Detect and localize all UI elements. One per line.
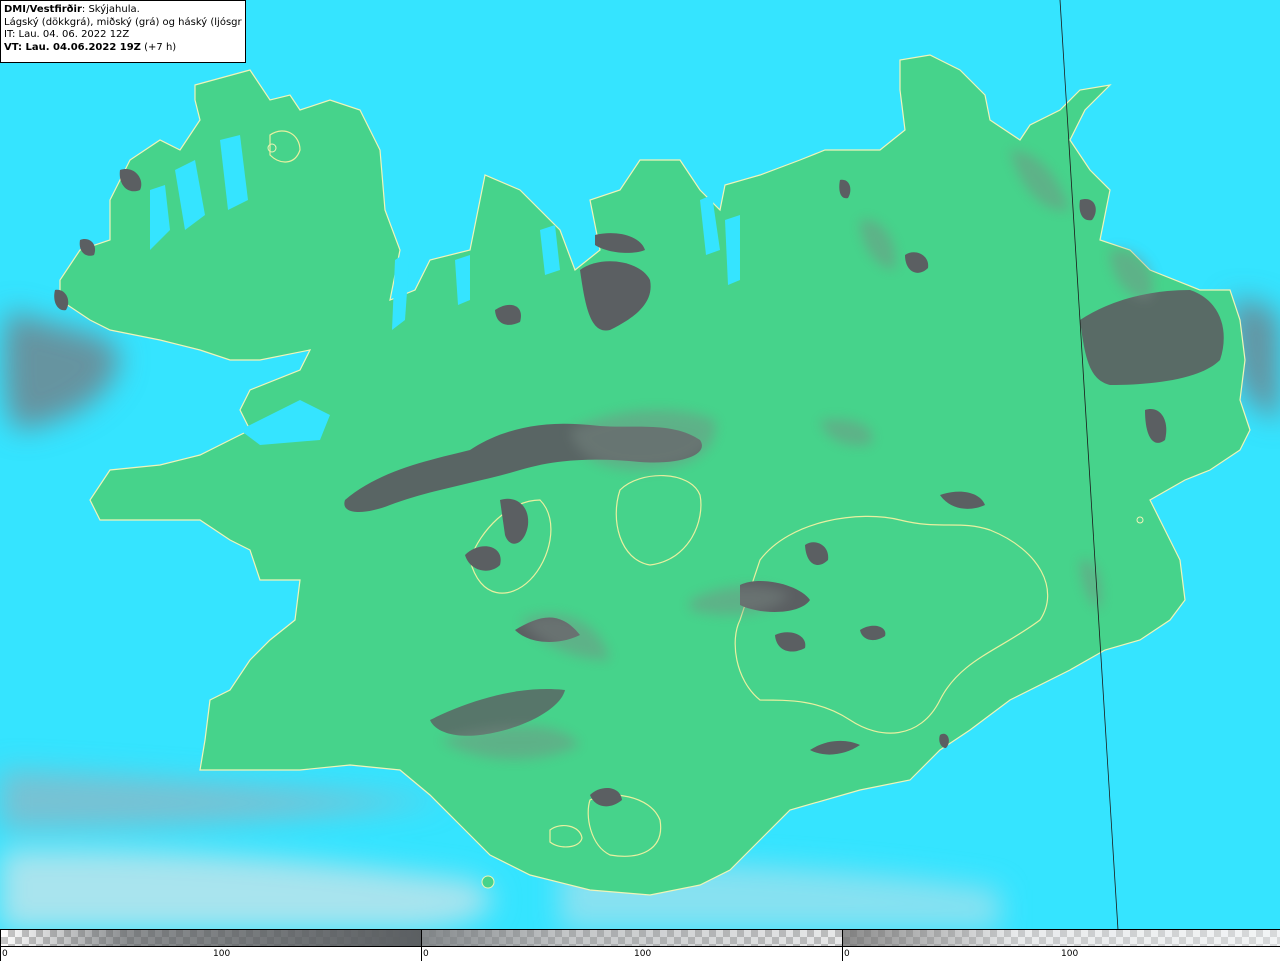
- legend-low-min: 0: [2, 949, 8, 959]
- cloud-cover-map[interactable]: [0, 0, 1280, 930]
- source-label: DMI/Vestfirðir: [4, 4, 82, 15]
- legend-high-ramp: [843, 930, 1280, 946]
- legend-mid-ramp: [422, 930, 842, 946]
- legend-high-bar: [843, 930, 1280, 947]
- legend-low-bar: [1, 930, 421, 947]
- forecast-info-box: DMI/Vestfirðir: Skýjahula. Lágský (dökkg…: [0, 0, 246, 63]
- issue-time: IT: Lau. 04. 06. 2022 12Z: [4, 29, 130, 40]
- legend-high-min: 0: [844, 949, 850, 959]
- legend-high-max: 100: [1061, 949, 1079, 959]
- colorbar-legend: 0 100 0 100 0 100: [0, 929, 1280, 961]
- legend-mid-cloud: 0 100: [421, 930, 842, 961]
- title-row: DMI/Vestfirðir: Skýjahula.: [4, 4, 242, 17]
- description-text: Lágský (dökkgrá), miðský (grá) og háský …: [4, 16, 242, 28]
- lead-time: (+7 h): [144, 41, 177, 53]
- product-label: : Skýjahula.: [81, 4, 140, 15]
- valid-time: VT: Lau. 04.06.2022 19Z: [4, 41, 141, 53]
- legend-mid-max: 100: [634, 949, 652, 959]
- legend-low-ramp: [1, 930, 421, 946]
- legend-mid-min: 0: [423, 949, 429, 959]
- legend-low-max: 100: [213, 949, 231, 959]
- legend-low-cloud: 0 100: [0, 930, 421, 961]
- legend-high-cloud: 0 100: [842, 930, 1280, 961]
- legend-mid-bar: [422, 930, 842, 947]
- valid-time-row: VT: Lau. 04.06.2022 19Z (+7 h): [4, 42, 242, 55]
